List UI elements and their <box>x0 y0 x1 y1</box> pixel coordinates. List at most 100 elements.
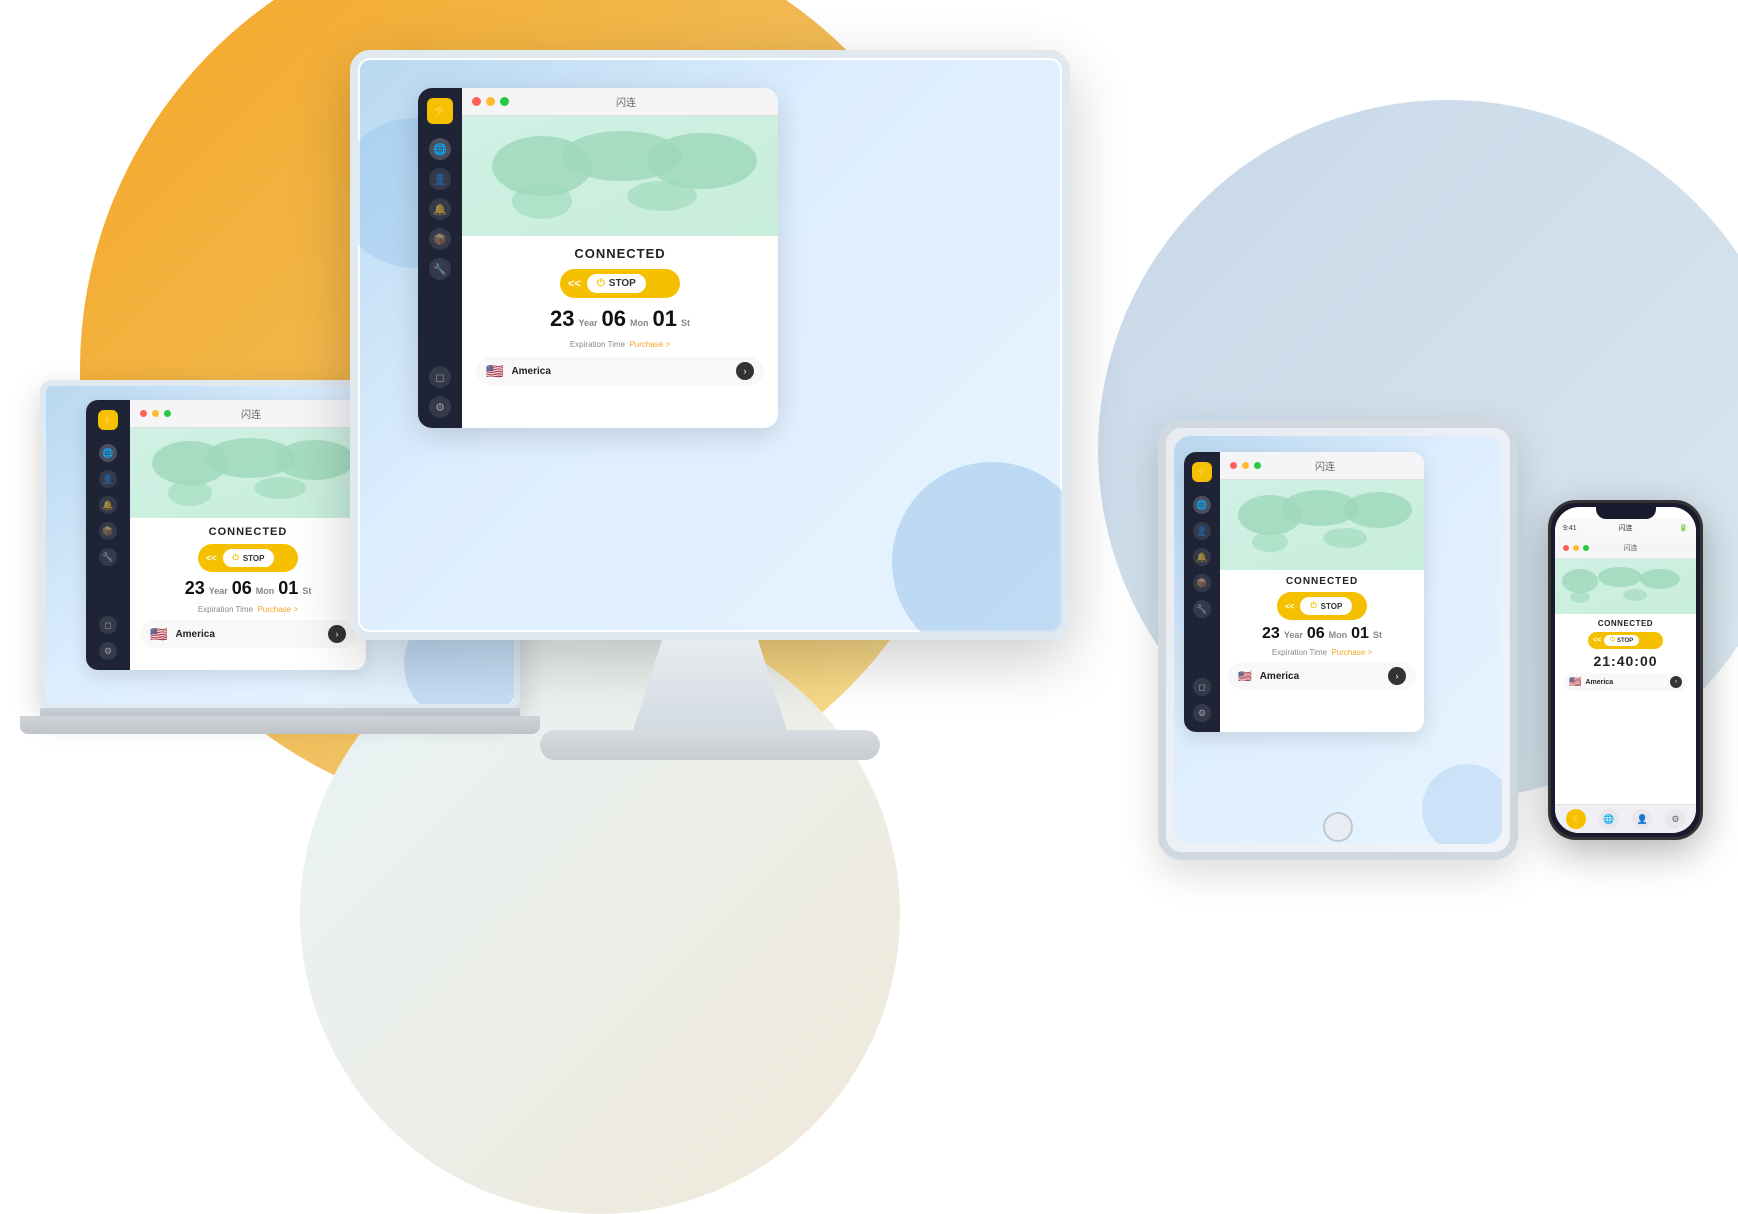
imac-sidebar-logo: ⚡ <box>427 98 453 124</box>
app-window-imac: ⚡ 🌐 👤 🔔 📦 🔧 ◻ ⚙ 闪连 <box>418 88 778 428</box>
laptop-arrow-btn[interactable]: › <box>328 625 346 643</box>
laptop-sidebar-bell[interactable]: 🔔 <box>99 496 117 514</box>
tablet-stop-label: STOP <box>1321 602 1343 611</box>
imac-location-row[interactable]: 🇺🇸 America › <box>476 357 764 385</box>
imac-sidebar-box[interactable]: 📦 <box>429 228 451 250</box>
tablet-time-row: 23 Year 06 Mon 01 St <box>1262 625 1382 643</box>
phone-screen: 9:41 闪连 🔋 闪连 <box>1555 507 1696 833</box>
imac-sidebar-bell[interactable]: 🔔 <box>429 198 451 220</box>
laptop-stop-button-wrap[interactable]: << ⏻ STOP <box>198 544 298 572</box>
phone-titlebar: 闪连 <box>1555 537 1696 559</box>
phone-location-row[interactable]: 🇺🇸 America › <box>1563 673 1688 691</box>
phone-chevrons: << <box>1593 637 1601 644</box>
phone-stop-button-wrap[interactable]: << ⏻ STOP <box>1588 632 1663 649</box>
phone-arrow-btn[interactable]: › <box>1670 676 1682 688</box>
laptop-stop-btn[interactable]: ⏻ STOP <box>223 549 275 567</box>
laptop-sidebar-box[interactable]: 📦 <box>99 522 117 540</box>
imac-days: 01 <box>653 306 677 332</box>
tablet-connected-label: CONNECTED <box>1286 576 1358 587</box>
phone-nav-user[interactable]: 👤 <box>1632 809 1652 829</box>
tablet-sidebar-settings[interactable]: ⚙ <box>1193 704 1211 722</box>
tablet-day-label: St <box>1373 630 1382 640</box>
tablet-app-body: CONNECTED << ⏻ STOP 23 Year 06 <box>1220 570 1424 696</box>
imac-sidebar: ⚡ 🌐 👤 🔔 📦 🔧 ◻ ⚙ <box>418 88 462 428</box>
imac-sidebar-settings[interactable]: ⚙ <box>429 396 451 418</box>
imac-day-label: St <box>681 318 690 328</box>
tablet-location-name: America <box>1260 671 1380 682</box>
tablet-sidebar-bell[interactable]: 🔔 <box>1193 548 1211 566</box>
laptop-app-content: 闪连 CONNECTED <box>130 400 366 670</box>
tablet-sidebar-tools[interactable]: 🔧 <box>1193 600 1211 618</box>
phone-nav-home[interactable]: ⚡ <box>1566 809 1586 829</box>
imac-sidebar-user[interactable]: 👤 <box>429 168 451 190</box>
imac-arrow-btn[interactable]: › <box>736 362 754 380</box>
laptop-expiry-row: Expiration Time Purchase > <box>198 605 298 614</box>
tablet-sidebar-user[interactable]: 👤 <box>1193 522 1211 540</box>
tablet-container: ⚡ 🌐 👤 🔔 📦 🔧 ◻ ⚙ 闪连 <box>1158 420 1538 860</box>
laptop-sidebar-square[interactable]: ◻ <box>99 616 117 634</box>
imac-sidebar-tools[interactable]: 🔧 <box>429 258 451 280</box>
imac-stop-btn[interactable]: ⏻ STOP <box>587 274 646 293</box>
tablet-stop-btn[interactable]: ⏻ STOP <box>1300 597 1352 615</box>
laptop-sidebar-globe[interactable]: 🌐 <box>99 444 117 462</box>
laptop-sidebar-user[interactable]: 👤 <box>99 470 117 488</box>
tablet-map-area <box>1220 480 1424 570</box>
laptop-location-name: America <box>175 629 320 640</box>
imac-stop-button-wrap[interactable]: << ⏻ STOP <box>560 269 680 298</box>
laptop-window-title: 闪连 <box>146 406 356 421</box>
phone-location-name: America <box>1585 679 1666 686</box>
phone-battery: 🔋 <box>1679 524 1688 532</box>
phone-window-title: 闪连 <box>1573 543 1688 553</box>
imac-blob1 <box>892 462 1070 640</box>
tablet-sidebar-logo: ⚡ <box>1192 462 1212 482</box>
phone-stop-btn[interactable]: ⏻ STOP <box>1604 635 1639 646</box>
laptop-connected-label: CONNECTED <box>209 526 288 538</box>
laptop-power-icon: ⏻ <box>233 553 239 563</box>
phone-notch <box>1596 507 1656 519</box>
laptop-sidebar-tools[interactable]: 🔧 <box>99 548 117 566</box>
laptop-map-area <box>130 428 366 518</box>
imac-stop-label: STOP <box>609 278 636 289</box>
imac-container: ⚡ 🌐 👤 🔔 📦 🔧 ◻ ⚙ 闪连 <box>350 50 1130 850</box>
laptop-year-label: Year <box>209 586 228 596</box>
laptop-time-row: 23 Year 06 Mon 01 St <box>185 578 312 599</box>
imac-flag: 🇺🇸 <box>486 363 503 380</box>
imac-connected-label: CONNECTED <box>574 246 665 261</box>
imac-year-label: Year <box>578 318 597 328</box>
tablet-purchase-link[interactable]: Purchase > <box>1331 648 1372 657</box>
tablet-arrow-btn[interactable]: › <box>1388 667 1406 685</box>
tablet-window-title: 闪连 <box>1236 458 1414 473</box>
laptop-purchase-link[interactable]: Purchase > <box>257 605 298 614</box>
tablet-sidebar-square[interactable]: ◻ <box>1193 678 1211 696</box>
tablet-expiry-label: Expiration Time <box>1272 648 1327 657</box>
phone-app: 9:41 闪连 🔋 闪连 <box>1555 507 1696 833</box>
phone-nav-settings[interactable]: ⚙ <box>1665 809 1685 829</box>
phone-power-icon: ⏻ <box>1610 637 1615 644</box>
phone-flag: 🇺🇸 <box>1569 677 1581 688</box>
laptop-mon-label: Mon <box>256 586 275 596</box>
tablet-sidebar-box[interactable]: 📦 <box>1193 574 1211 592</box>
tablet-sidebar-globe[interactable]: 🌐 <box>1193 496 1211 514</box>
tablet-years: 23 <box>1262 625 1280 643</box>
imac-sidebar-globe[interactable]: 🌐 <box>429 138 451 160</box>
imac-screen: ⚡ 🌐 👤 🔔 📦 🔧 ◻ ⚙ 闪连 <box>350 50 1070 640</box>
laptop-sidebar: ⚡ 🌐 👤 🔔 📦 🔧 ◻ ⚙ <box>86 400 130 670</box>
tablet-home-button[interactable] <box>1323 812 1353 842</box>
imac-base <box>540 730 880 760</box>
laptop-expiry-label: Expiration Time <box>198 605 253 614</box>
imac-sidebar-square[interactable]: ◻ <box>429 366 451 388</box>
imac-location-name: America <box>511 366 728 377</box>
laptop-sidebar-logo: ⚡ <box>98 410 118 430</box>
tablet-stop-button-wrap[interactable]: << ⏻ STOP <box>1277 592 1367 620</box>
phone-nav-globe[interactable]: 🌐 <box>1599 809 1619 829</box>
laptop-location-row[interactable]: 🇺🇸 America › <box>140 620 356 648</box>
tablet-location-row[interactable]: 🇺🇸 America › <box>1228 662 1416 690</box>
phone-time-status: 9:41 <box>1563 525 1577 532</box>
phone-timer-display: 21:40:00 <box>1593 653 1657 669</box>
imac-purchase-link[interactable]: Purchase > <box>629 340 670 349</box>
app-window-laptop: ⚡ 🌐 👤 🔔 📦 🔧 ◻ ⚙ 闪连 <box>86 400 366 670</box>
laptop-stop-label: STOP <box>243 554 265 563</box>
app-window-tablet: ⚡ 🌐 👤 🔔 📦 🔧 ◻ ⚙ 闪连 <box>1184 452 1424 732</box>
tablet-sidebar: ⚡ 🌐 👤 🔔 📦 🔧 ◻ ⚙ <box>1184 452 1220 732</box>
laptop-sidebar-settings[interactable]: ⚙ <box>99 642 117 660</box>
